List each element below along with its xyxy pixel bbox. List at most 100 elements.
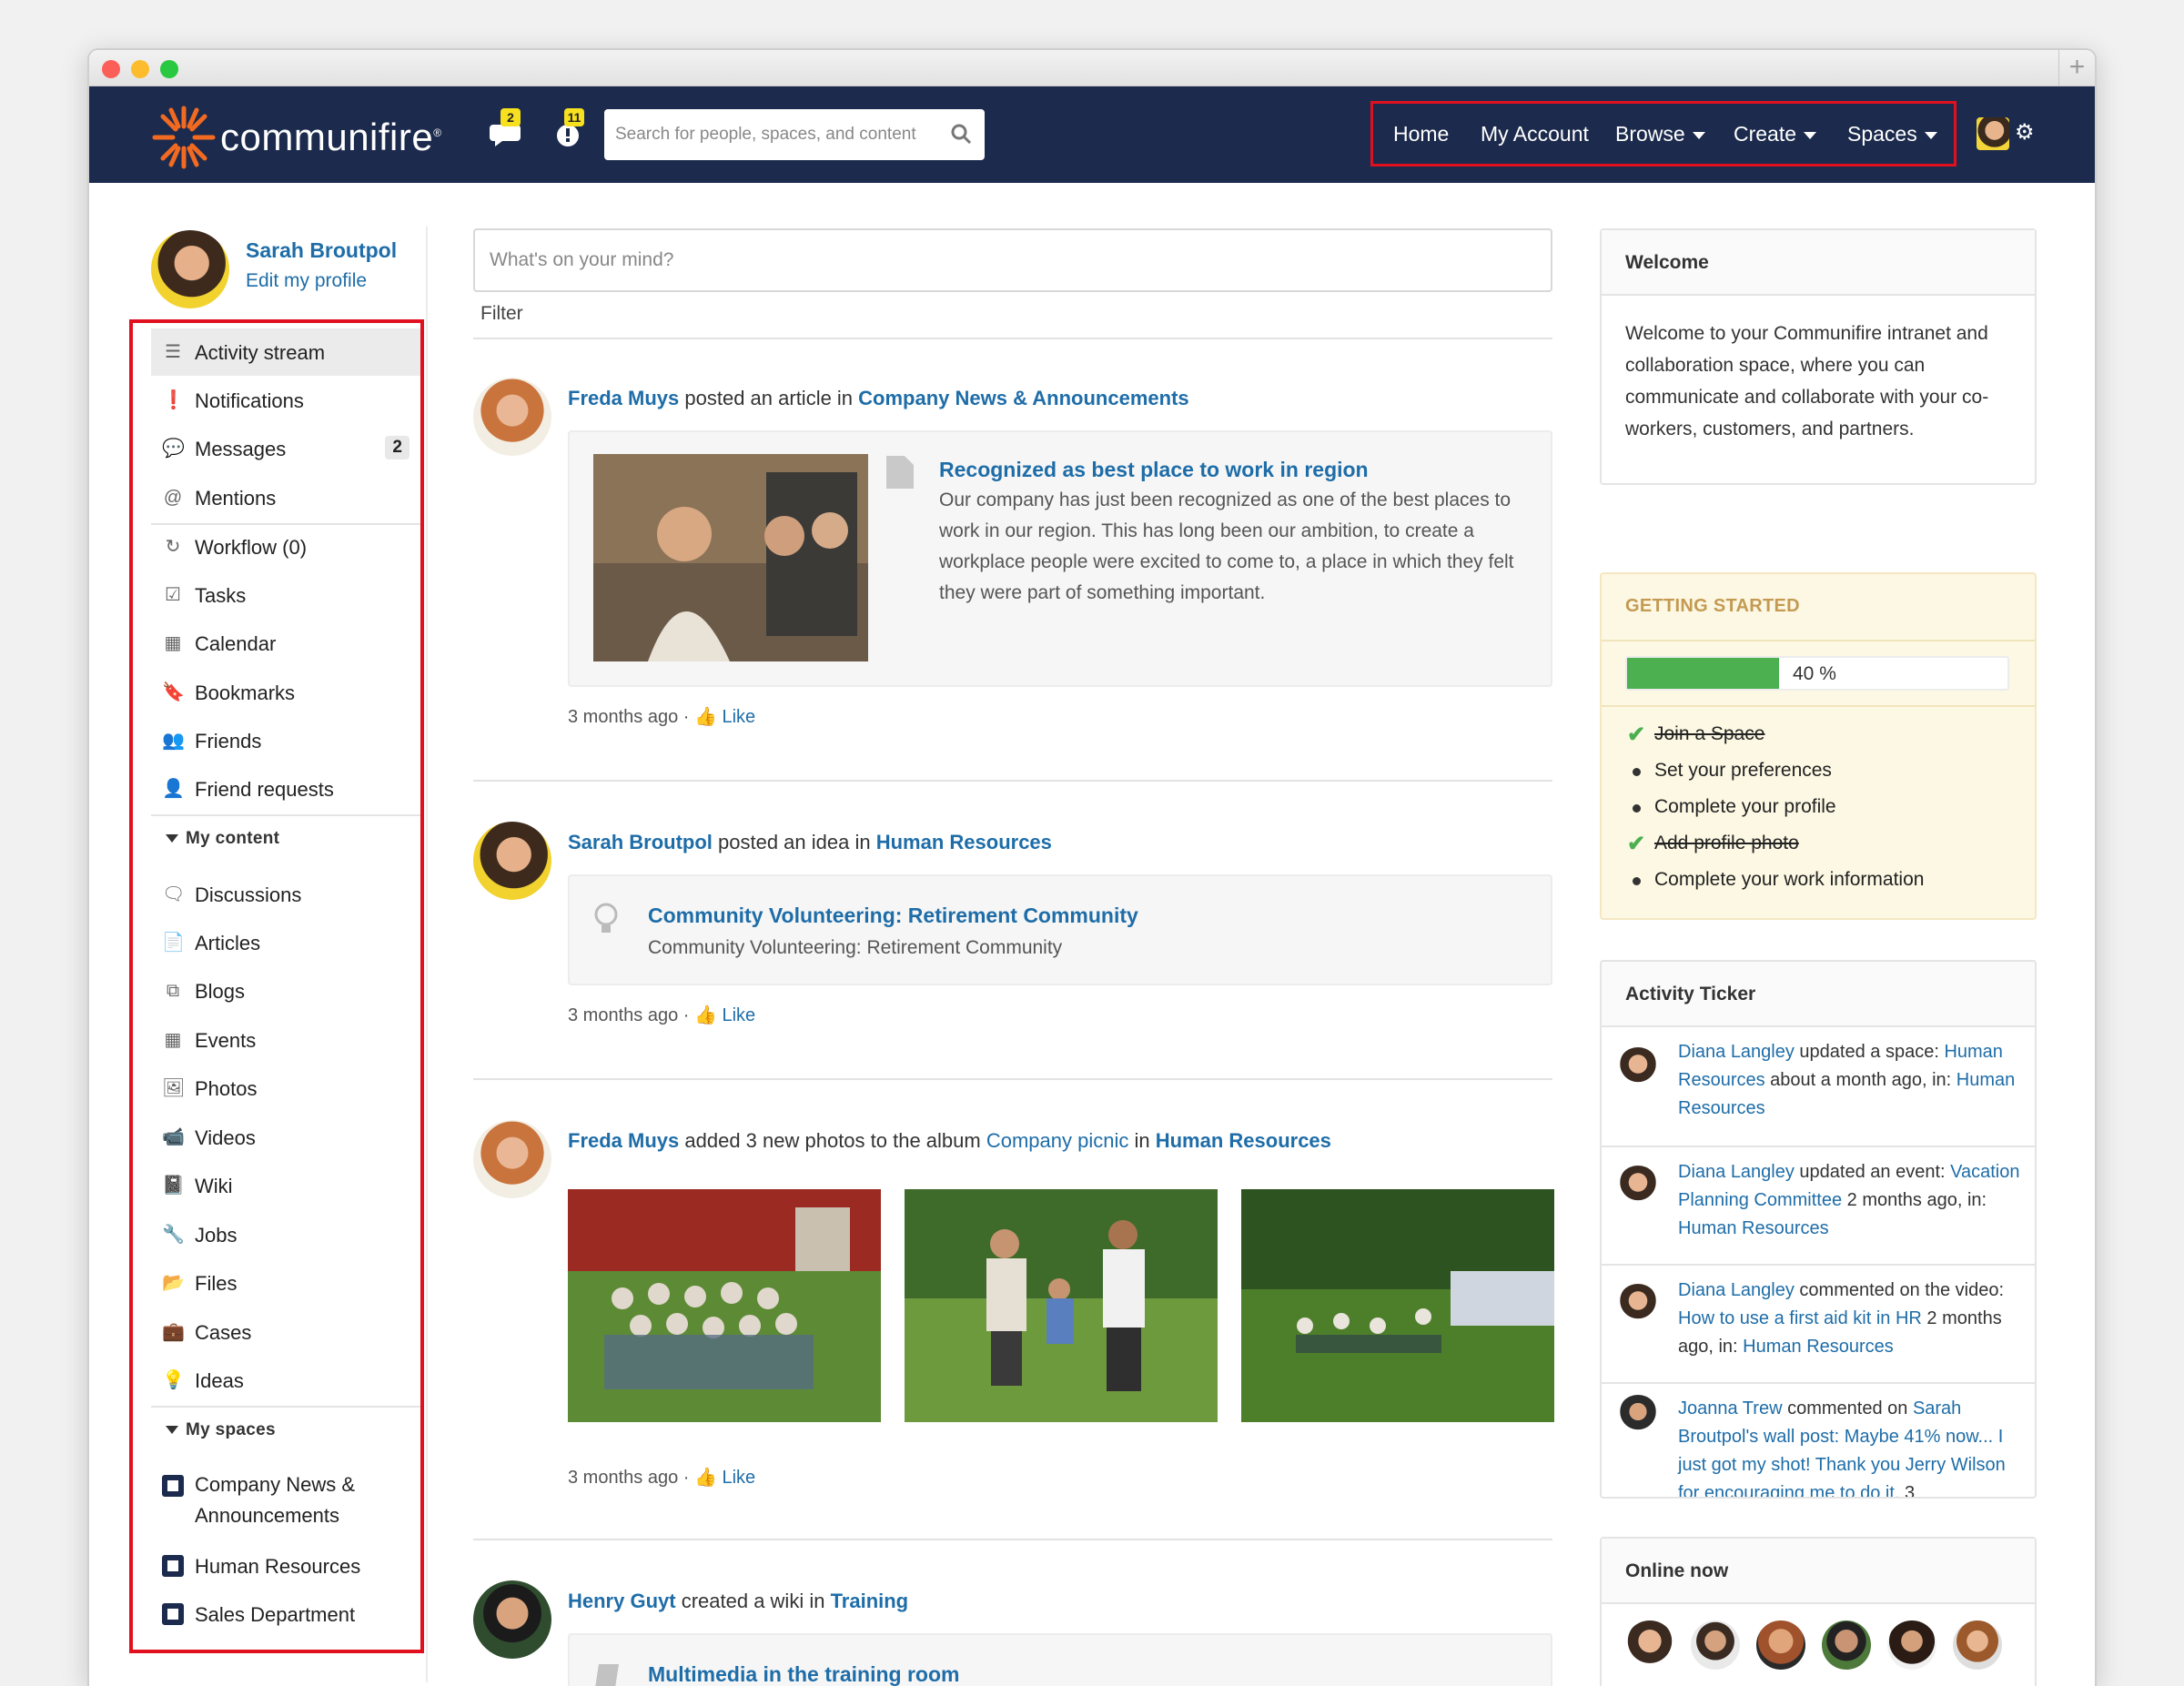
at-sign-icon: @ [163, 488, 183, 508]
status-input[interactable] [475, 230, 1551, 290]
avatar[interactable] [1887, 1620, 1936, 1670]
zoom-window-button[interactable] [160, 60, 178, 78]
avatar[interactable] [473, 1120, 551, 1198]
like-button[interactable]: 👍 Like [694, 707, 755, 727]
divider [473, 1078, 1552, 1080]
nav-jobs[interactable]: 🔧 Jobs [151, 1211, 420, 1258]
document-icon: 📄 [162, 933, 185, 953]
nav-ideas[interactable]: 💡 Ideas [151, 1357, 420, 1404]
article-photo [593, 454, 868, 661]
divider [473, 338, 1552, 339]
minimize-window-button[interactable] [131, 60, 149, 78]
article-title[interactable]: Recognized as best place to work in regi… [939, 458, 1369, 482]
nav-friends[interactable]: 👥 Friends [151, 717, 420, 764]
wiki-title[interactable]: Multimedia in the training room [648, 1662, 959, 1686]
nav-activity-stream[interactable]: ☰ Activity stream [151, 328, 420, 376]
nav-files[interactable]: 📂 Files [151, 1259, 420, 1307]
nav-blogs[interactable]: ⧉ Blogs [151, 967, 420, 1015]
my-spaces-toggle[interactable]: My spaces [166, 1420, 276, 1440]
album-photo[interactable] [905, 1189, 1218, 1422]
ticker-list[interactable]: Diana Langley updated a space: Human Res… [1602, 1027, 2035, 1497]
copy-icon: ⧉ [166, 981, 180, 1001]
nav-discussions[interactable]: 🗨 Discussions [151, 871, 420, 918]
nav-workflow[interactable]: ↻ Workflow (0) [151, 523, 420, 570]
user-avatar-menu[interactable] [1977, 117, 2009, 150]
profile-name[interactable]: Sarah Broutpol [246, 238, 397, 263]
avatar[interactable] [1618, 1284, 1658, 1324]
close-window-button[interactable] [102, 60, 120, 78]
progress-label: 40 % [1793, 663, 1836, 684]
avatar[interactable] [473, 1580, 551, 1659]
main-menu: Home My Account Browse Create Spaces [1370, 101, 1956, 167]
nav-bookmarks[interactable]: 🔖 Bookmarks [151, 669, 420, 716]
idea-title[interactable]: Community Volunteering: Retirement Commu… [648, 904, 1138, 928]
album-photo[interactable] [568, 1189, 881, 1422]
avatar[interactable] [1756, 1620, 1805, 1670]
like-button[interactable]: 👍 Like [694, 1005, 755, 1025]
edit-profile-link[interactable]: Edit my profile [246, 270, 367, 292]
checklist-item[interactable]: Complete your work information [1654, 869, 1924, 891]
status-composer [473, 228, 1552, 292]
checklist-item[interactable]: Add profile photo [1654, 833, 1799, 854]
nav-wiki[interactable]: 📓 Wiki [151, 1162, 420, 1209]
nav-videos[interactable]: 📹 Videos [151, 1114, 420, 1161]
avatar[interactable] [1822, 1620, 1871, 1670]
avatar[interactable] [1691, 1620, 1740, 1670]
nav-notifications[interactable]: ❗ Notifications [151, 377, 420, 424]
ticker-item: Diana Langley commented on the video: Ho… [1602, 1264, 2035, 1382]
space-human-resources[interactable]: Human Resources [151, 1542, 420, 1590]
nav-cases[interactable]: 💼 Cases [151, 1308, 420, 1356]
welcome-text: Welcome to your Communifire intranet and… [1625, 323, 1989, 439]
check-icon: ✔ [1626, 832, 1646, 856]
avatar[interactable] [1625, 1620, 1674, 1670]
checklist-item[interactable]: Join a Space [1654, 723, 1764, 745]
notifications-nav-button[interactable]: 11 [551, 108, 588, 148]
nav-photos[interactable]: 🖼 Photos [151, 1065, 420, 1112]
messages-count: 2 [385, 436, 410, 459]
avatar[interactable] [1618, 1395, 1658, 1435]
nav-articles[interactable]: 📄 Articles [151, 919, 420, 966]
checklist-item[interactable]: Complete your profile [1654, 796, 1836, 818]
profile-avatar[interactable] [151, 230, 229, 308]
avatar[interactable] [1618, 1047, 1658, 1087]
nav-messages[interactable]: 💬 Messages 2 [151, 425, 420, 472]
avatar[interactable] [1618, 1166, 1658, 1206]
gear-icon[interactable]: ⚙ [2015, 119, 2035, 146]
nav-mentions[interactable]: @ Mentions [151, 474, 420, 521]
post-meta: 3 months ago · 👍 Like [568, 707, 756, 727]
avatar[interactable] [473, 822, 551, 900]
avatar[interactable] [473, 378, 551, 456]
album-photo[interactable] [1241, 1189, 1554, 1422]
menu-create[interactable]: Create [1734, 122, 1817, 146]
nav-tasks[interactable]: ☑ Tasks [151, 571, 420, 619]
article-excerpt: Our company has just been recognized as … [939, 490, 1514, 603]
menu-my-account[interactable]: My Account [1481, 122, 1589, 146]
idea-excerpt: Community Volunteering: Retirement Commu… [648, 937, 1063, 958]
search-icon[interactable] [950, 123, 972, 145]
search-input[interactable] [604, 109, 932, 160]
communifire-logo[interactable]: communifire® [151, 105, 441, 169]
space-sales-department[interactable]: Sales Department [151, 1590, 420, 1638]
post-meta: 3 months ago · 👍 Like [568, 1005, 756, 1025]
space-company-news[interactable]: Company News & Announcements [151, 1462, 420, 1535]
menu-home[interactable]: Home [1393, 122, 1449, 146]
messages-nav-button[interactable]: 2 [488, 108, 524, 148]
document-icon [886, 456, 914, 489]
messages-count-badge: 2 [500, 108, 521, 126]
nav-friend-requests[interactable]: 👤 Friend requests [151, 765, 420, 813]
new-tab-button[interactable]: + [2058, 50, 2095, 86]
post-header: Freda Muys added 3 new photos to the alb… [568, 1129, 1331, 1152]
divider [473, 780, 1552, 782]
menu-spaces[interactable]: Spaces [1847, 122, 1937, 146]
checklist-item[interactable]: Set your preferences [1654, 760, 1832, 782]
divider [473, 1539, 1552, 1540]
nav-events[interactable]: ▦ Events [151, 1016, 420, 1064]
refresh-icon: ↻ [165, 537, 181, 557]
menu-browse[interactable]: Browse [1615, 122, 1705, 146]
my-content-toggle[interactable]: My content [166, 829, 279, 849]
wrench-icon: 🔧 [162, 1225, 185, 1245]
like-button[interactable]: 👍 Like [694, 1468, 755, 1488]
filter-link[interactable]: Filter [480, 303, 523, 325]
avatar[interactable] [1953, 1620, 2002, 1670]
nav-calendar[interactable]: ▦ Calendar [151, 620, 420, 667]
